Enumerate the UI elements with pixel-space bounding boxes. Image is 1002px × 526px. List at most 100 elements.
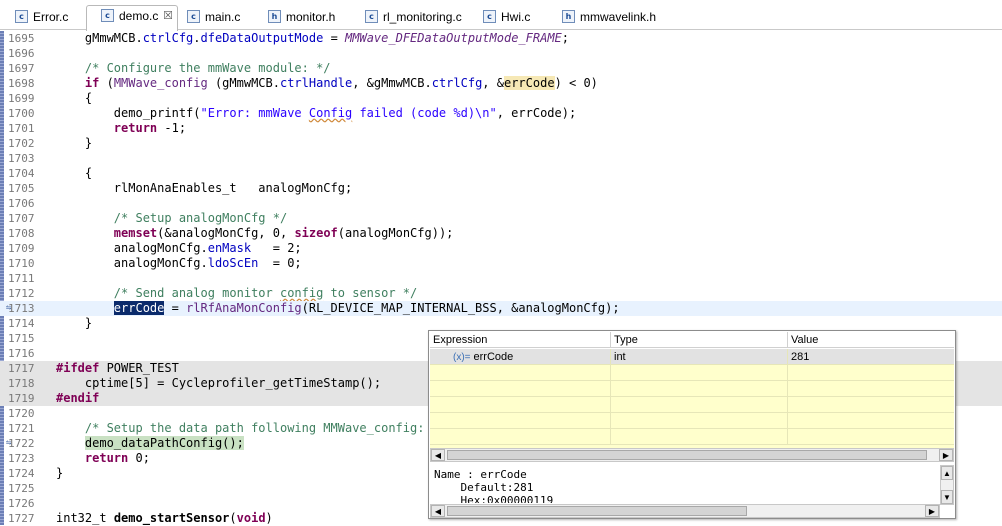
code-line: 1698 if (MMWave_config (gMmwMCB.ctrlHand… bbox=[8, 76, 598, 90]
tab-mmwavelink-h[interactable]: h mmwavelink.h bbox=[547, 6, 657, 28]
code-line: 1704 { bbox=[8, 166, 93, 180]
line-number: 1701 bbox=[8, 122, 35, 135]
line-number: 1710 bbox=[8, 257, 35, 270]
code-line: 1706 bbox=[0, 196, 1002, 211]
c-file-icon: c bbox=[15, 10, 28, 23]
line-number: 1703 bbox=[8, 152, 35, 165]
selected-errcode: errCode bbox=[113, 301, 165, 315]
editor-tab-bar: c Error.c c demo.c ☒ c main.c h monitor.… bbox=[0, 0, 1002, 31]
expression-type: int bbox=[611, 349, 788, 365]
scroll-left-icon[interactable]: ◀ bbox=[431, 449, 445, 461]
tab-demo-c[interactable]: c demo.c ☒ bbox=[86, 5, 178, 31]
line-number: 1704 bbox=[8, 167, 35, 180]
line-number: 1699 bbox=[8, 92, 35, 105]
tab-label: Hwi.c bbox=[501, 10, 531, 24]
h-file-icon: h bbox=[268, 10, 281, 23]
line-number: 1706 bbox=[8, 197, 35, 210]
expression-table-body: (x)= errCode int 281 bbox=[430, 349, 954, 460]
line-number: 1725 bbox=[8, 482, 35, 495]
code-line: 1700 demo_printf("Error: mmWave Config f… bbox=[8, 106, 577, 120]
scroll-left-icon[interactable]: ◀ bbox=[431, 505, 445, 517]
c-file-icon: c bbox=[365, 10, 378, 23]
table-horizontal-scrollbar[interactable]: ◀ ▶ bbox=[430, 448, 954, 462]
expression-row[interactable]: (x)= errCode int 281 bbox=[430, 349, 954, 365]
expression-hover-popup: Expression Type Value (x)= errCode int 28… bbox=[428, 330, 956, 519]
line-number: 1702 bbox=[8, 137, 35, 150]
h-file-icon: h bbox=[562, 10, 575, 23]
code-line: 1702 } bbox=[8, 136, 93, 150]
empty-row bbox=[430, 429, 954, 445]
code-line: 1707 /* Setup analogMonCfg */ bbox=[8, 211, 288, 225]
tab-label: mmwavelink.h bbox=[580, 10, 657, 24]
code-line: 1709 analogMonCfg.enMask = 2; bbox=[8, 241, 302, 255]
code-line: 1712 /* Send analog monitor config to se… bbox=[8, 286, 418, 300]
tab-label: Error.c bbox=[33, 10, 69, 24]
code-line: 1710 analogMonCfg.ldoScEn = 0; bbox=[8, 256, 302, 270]
scroll-thumb[interactable] bbox=[447, 506, 747, 516]
line-number: 1711 bbox=[8, 272, 35, 285]
code-line: 1703 bbox=[0, 151, 1002, 166]
line-number: 1705 bbox=[8, 182, 35, 195]
line-number: 1700 bbox=[8, 107, 35, 120]
current-code-line: ⇋ 1713 errCode = rlRfAnaMonConfig(RL_DEVI… bbox=[0, 301, 1002, 316]
expression-value[interactable]: 281 bbox=[788, 349, 954, 365]
column-header-value[interactable]: Value bbox=[788, 332, 954, 348]
line-number: 1727 bbox=[8, 512, 35, 525]
line-number: 1724 bbox=[8, 467, 35, 480]
column-header-expression[interactable]: Expression bbox=[430, 332, 611, 348]
detail-horizontal-scrollbar[interactable]: ◀ ▶ bbox=[430, 504, 940, 518]
tab-label: rl_monitoring.c bbox=[383, 10, 462, 24]
code-line: 1697 /* Configure the mmWave module: */ bbox=[8, 61, 331, 75]
line-number: 1720 bbox=[8, 407, 35, 420]
line-number: 1715 bbox=[8, 332, 35, 345]
expression-name: errCode bbox=[473, 351, 514, 363]
line-number: 1707 bbox=[8, 212, 35, 225]
column-header-type[interactable]: Type bbox=[611, 332, 788, 348]
variable-icon: (x)= bbox=[453, 352, 471, 363]
tab-hwi-c[interactable]: c Hwi.c bbox=[468, 6, 531, 28]
scroll-thumb[interactable] bbox=[447, 450, 927, 460]
code-line: 1714 } bbox=[8, 316, 93, 330]
code-line: 1711 bbox=[0, 271, 1002, 286]
empty-row bbox=[430, 397, 954, 413]
code-line: 1701 return -1; bbox=[8, 121, 187, 135]
line-number: 1712 bbox=[8, 287, 35, 300]
tab-label: main.c bbox=[205, 10, 241, 24]
tab-label: monitor.h bbox=[286, 10, 336, 24]
line-number: 1722 bbox=[8, 437, 35, 450]
line-number: 1717 bbox=[8, 362, 35, 375]
line-number: 1708 bbox=[8, 227, 35, 240]
detail-vertical-scrollbar[interactable]: ▲ ▼ bbox=[940, 465, 954, 505]
code-line: 1705 rlMonAnaEnables_t analogMonCfg; bbox=[8, 181, 353, 195]
code-line: 1696 bbox=[0, 46, 1002, 61]
tab-rl-monitoring-c[interactable]: c rl_monitoring.c bbox=[350, 6, 463, 28]
expression-table-header: Expression Type Value bbox=[430, 332, 954, 348]
line-number: 1721 bbox=[8, 422, 35, 435]
scroll-up-icon[interactable]: ▲ bbox=[941, 466, 953, 480]
line-number: 1726 bbox=[8, 497, 35, 510]
expression-detail-pane: Name : errCode Default:281 Hex:0x0000011… bbox=[430, 467, 939, 503]
tab-error-c[interactable]: c Error.c bbox=[0, 6, 69, 28]
empty-row bbox=[430, 413, 954, 429]
line-number: 1716 bbox=[8, 347, 35, 360]
line-number: 1698 bbox=[8, 77, 35, 90]
line-number: 1696 bbox=[8, 47, 35, 60]
scroll-down-icon[interactable]: ▼ bbox=[941, 490, 953, 504]
line-number: 1719 bbox=[8, 392, 35, 405]
line-number: 1697 bbox=[8, 62, 35, 75]
line-number: 1713 bbox=[8, 302, 35, 315]
scroll-right-icon[interactable]: ▶ bbox=[925, 505, 939, 517]
code-line: 1708 memset(&analogMonCfg, 0, sizeof(ana… bbox=[8, 226, 454, 240]
empty-row bbox=[430, 381, 954, 397]
scroll-right-icon[interactable]: ▶ bbox=[939, 449, 953, 461]
line-number: 1723 bbox=[8, 452, 35, 465]
line-number: 1714 bbox=[8, 317, 35, 330]
tab-main-c[interactable]: c main.c bbox=[172, 6, 241, 28]
line-number: 1695 bbox=[8, 32, 35, 45]
tab-label: demo.c bbox=[119, 9, 159, 23]
code-line: 1695 gMmwMCB.ctrlCfg.dfeDataOutputMode =… bbox=[8, 31, 570, 45]
line-number: 1709 bbox=[8, 242, 35, 255]
code-line: 1699 { bbox=[8, 91, 93, 105]
line-number: 1718 bbox=[8, 377, 35, 390]
tab-monitor-h[interactable]: h monitor.h bbox=[253, 6, 336, 28]
